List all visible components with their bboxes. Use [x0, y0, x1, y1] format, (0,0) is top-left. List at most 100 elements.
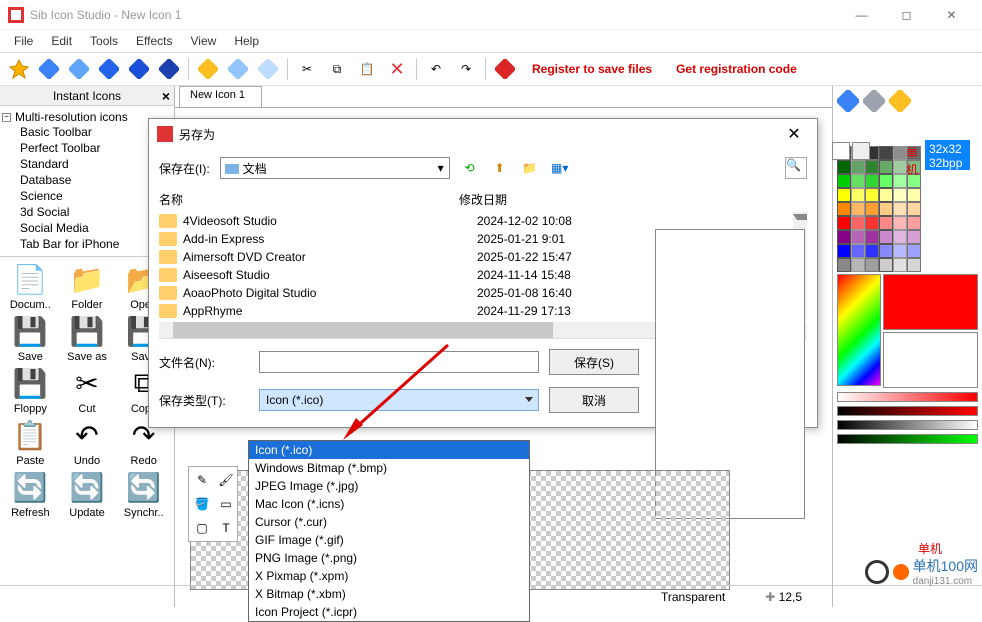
palette-swatch[interactable]	[907, 244, 921, 258]
palette-swatch[interactable]	[851, 230, 865, 244]
col-name[interactable]: 名称	[159, 191, 459, 208]
tb-btn-8[interactable]	[225, 56, 251, 82]
palette-swatch[interactable]	[907, 202, 921, 216]
tb-copy-icon[interactable]: ⧉	[324, 56, 350, 82]
dialog-close-button[interactable]: ✕	[779, 124, 809, 144]
size-chip[interactable]: 32x32 32bpp	[925, 140, 970, 170]
filetype-option[interactable]: Icon (*.ico)	[249, 441, 529, 459]
current-color-1[interactable]	[883, 274, 978, 330]
preview-toggle-button[interactable]: 🔍	[785, 157, 807, 179]
palette-swatch[interactable]	[837, 160, 851, 174]
palette-swatch[interactable]	[865, 188, 879, 202]
menu-file[interactable]: File	[6, 32, 41, 50]
filetype-option[interactable]: X Bitmap (*.xbm)	[249, 585, 529, 603]
palette-swatch[interactable]	[851, 160, 865, 174]
grid-item[interactable]: 🔄Update	[61, 469, 114, 519]
palette-swatch[interactable]	[837, 216, 851, 230]
palette-swatch[interactable]	[879, 258, 893, 272]
menu-tools[interactable]: Tools	[82, 32, 126, 50]
gradient-picker[interactable]	[837, 274, 881, 386]
lightness-slider[interactable]	[837, 420, 978, 430]
rp-btn-3[interactable]	[889, 90, 911, 112]
tool-pencil-icon[interactable]: ✎	[191, 469, 213, 491]
filetype-option[interactable]: Mac Icon (*.icns)	[249, 495, 529, 513]
tool-text-icon[interactable]: T	[215, 517, 237, 539]
tool-rect-icon[interactable]: ▢	[191, 517, 213, 539]
filetype-option[interactable]: JPEG Image (*.jpg)	[249, 477, 529, 495]
panel-close-icon[interactable]: ×	[162, 88, 170, 104]
bg-color-box[interactable]	[852, 142, 870, 160]
tb-btn-9[interactable]	[255, 56, 281, 82]
palette-swatch[interactable]	[879, 174, 893, 188]
palette-swatch[interactable]	[893, 216, 907, 230]
grid-item[interactable]: 💾Floppy	[4, 365, 57, 415]
tree-collapse-icon[interactable]: −	[2, 113, 11, 122]
getcode-link[interactable]: Get registration code	[666, 62, 807, 76]
palette-swatch[interactable]	[851, 188, 865, 202]
filetype-option[interactable]: Cursor (*.cur)	[249, 513, 529, 531]
palette-swatch[interactable]	[865, 230, 879, 244]
save-in-combo[interactable]: 文档 ▾	[220, 157, 450, 179]
tb-delete-icon[interactable]: ✕	[384, 56, 410, 82]
palette-swatch[interactable]	[851, 258, 865, 272]
tree-root-label[interactable]: Multi-resolution icons	[15, 110, 128, 124]
filetype-combo[interactable]: Icon (*.ico)	[259, 389, 539, 411]
palette-swatch[interactable]	[865, 202, 879, 216]
palette-swatch[interactable]	[837, 188, 851, 202]
filetype-option[interactable]: GIF Image (*.gif)	[249, 531, 529, 549]
tb-btn-5[interactable]	[126, 56, 152, 82]
palette-swatch[interactable]	[851, 244, 865, 258]
grid-item[interactable]: 📄Docum..	[4, 261, 57, 311]
tool-fill-icon[interactable]: 🪣	[191, 493, 213, 515]
menu-help[interactable]: Help	[226, 32, 267, 50]
palette-swatch[interactable]	[837, 202, 851, 216]
palette-swatch[interactable]	[851, 216, 865, 230]
palette-swatch[interactable]	[879, 202, 893, 216]
hue-slider-1[interactable]	[837, 392, 978, 402]
maximize-button[interactable]: ◻	[884, 1, 929, 29]
palette-swatch[interactable]	[865, 160, 879, 174]
tb-redo-icon[interactable]: ↷	[453, 56, 479, 82]
palette-swatch[interactable]	[851, 174, 865, 188]
cancel-button[interactable]: 取消	[549, 387, 639, 413]
nav-up-icon[interactable]: ⬆	[490, 158, 510, 178]
tool-erase-icon[interactable]: ▭	[215, 493, 237, 515]
palette-swatch[interactable]	[893, 188, 907, 202]
grid-item[interactable]: ✂Cut	[61, 365, 114, 415]
palette-swatch[interactable]	[893, 174, 907, 188]
palette-swatch[interactable]	[879, 188, 893, 202]
palette-swatch[interactable]	[865, 258, 879, 272]
save-button[interactable]: 保存(S)	[549, 349, 639, 375]
minimize-button[interactable]: —	[839, 1, 884, 29]
tb-paste-icon[interactable]: 📋	[354, 56, 380, 82]
hue-slider-2[interactable]	[837, 406, 978, 416]
grid-item[interactable]: 🔄Refresh	[4, 469, 57, 519]
sat-slider[interactable]	[837, 434, 978, 444]
filetype-option[interactable]: Icon Project (*.icpr)	[249, 603, 529, 621]
palette-swatch[interactable]	[865, 244, 879, 258]
grid-item[interactable]: 📁Folder	[61, 261, 114, 311]
tb-btn-4[interactable]	[96, 56, 122, 82]
tool-brush-icon[interactable]: 🖌	[215, 469, 237, 491]
palette-swatch[interactable]	[837, 174, 851, 188]
palette-swatch[interactable]	[879, 244, 893, 258]
palette-swatch[interactable]	[837, 230, 851, 244]
close-button[interactable]: ✕	[929, 1, 974, 29]
palette-swatch[interactable]	[879, 160, 893, 174]
filetype-option[interactable]: X Pixmap (*.xpm)	[249, 567, 529, 585]
grid-item[interactable]: 💾Save	[4, 313, 57, 363]
palette-swatch[interactable]	[865, 216, 879, 230]
palette-swatch[interactable]	[907, 188, 921, 202]
file-row[interactable]: 4Videosoft Studio2024-12-02 10:08	[159, 212, 807, 230]
nav-newfolder-icon[interactable]: 📁	[520, 158, 540, 178]
palette-swatch[interactable]	[879, 216, 893, 230]
palette-swatch[interactable]	[851, 202, 865, 216]
tb-btn-6[interactable]	[156, 56, 182, 82]
menu-edit[interactable]: Edit	[43, 32, 80, 50]
palette-swatch[interactable]	[893, 258, 907, 272]
fg-color-box[interactable]	[832, 142, 850, 160]
nav-back-icon[interactable]: ⟲	[460, 158, 480, 178]
grid-item[interactable]: ↶Undo	[61, 417, 114, 467]
palette-swatch[interactable]	[879, 146, 893, 160]
palette-swatch[interactable]	[837, 244, 851, 258]
